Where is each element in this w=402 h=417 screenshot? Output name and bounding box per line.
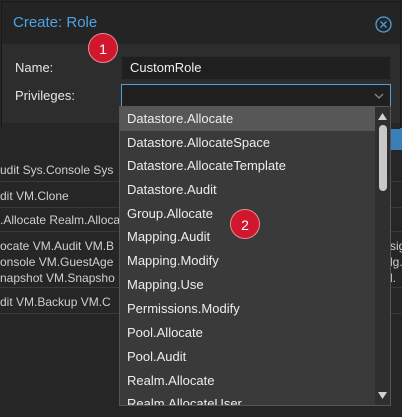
scroll-up-icon[interactable] [378, 113, 387, 120]
background-cell: napshot VM.Snapsho [0, 271, 115, 285]
dropdown-item[interactable]: Datastore.AllocateTemplate [120, 154, 375, 178]
dropdown-scrollbar[interactable] [375, 107, 390, 405]
dropdown-item[interactable]: Mapping.Modify [120, 249, 375, 273]
annotation-badge: 1 [88, 33, 118, 63]
dropdown-item[interactable]: Pool.Audit [120, 345, 375, 369]
dropdown-item[interactable]: Realm.AllocateUser [120, 392, 375, 405]
dropdown-item[interactable]: Permissions.Modify [120, 297, 375, 321]
dropdown-item[interactable]: Datastore.AllocateSpace [120, 131, 375, 155]
name-label: Name: [15, 60, 54, 75]
scroll-thumb[interactable] [379, 125, 387, 191]
background-cell: dit VM.Backup VM.C [0, 295, 111, 309]
name-field[interactable]: CustomRole [121, 56, 391, 80]
background-cell: dit VM.Clone [0, 189, 69, 203]
privileges-select[interactable] [121, 84, 391, 108]
dropdown-item[interactable]: Datastore.Audit [120, 178, 375, 202]
dropdown-item[interactable]: Realm.Allocate [120, 369, 375, 393]
background-cell: lg. Gr [390, 255, 402, 269]
dialog-title: Create: Role [13, 14, 98, 31]
background-cell: ocate VM.Audit VM.B [0, 239, 115, 253]
scroll-down-icon[interactable] [378, 392, 387, 399]
chevron-down-icon[interactable] [374, 91, 384, 101]
background-cell: sig. [390, 239, 402, 253]
background-cell: .Allocate Realm.Alloca [0, 213, 121, 227]
background-cell: onsole VM.GuestAge [0, 255, 114, 269]
privileges-dropdown[interactable]: Datastore.Allocate Datastore.AllocateSpa… [119, 106, 391, 406]
dropdown-item[interactable]: Pool.Allocate [120, 321, 375, 345]
close-icon[interactable] [375, 16, 392, 33]
dropdown-item[interactable]: Mapping.Use [120, 273, 375, 297]
annotation-badge: 2 [230, 209, 260, 239]
background-cell: l. [390, 271, 396, 285]
dialog-header: Create: Role [2, 2, 400, 44]
privileges-label: Privileges: [15, 88, 75, 103]
dropdown-item[interactable]: Datastore.Allocate [120, 107, 375, 131]
background-cell: udit Sys.Console Sys [0, 163, 114, 177]
